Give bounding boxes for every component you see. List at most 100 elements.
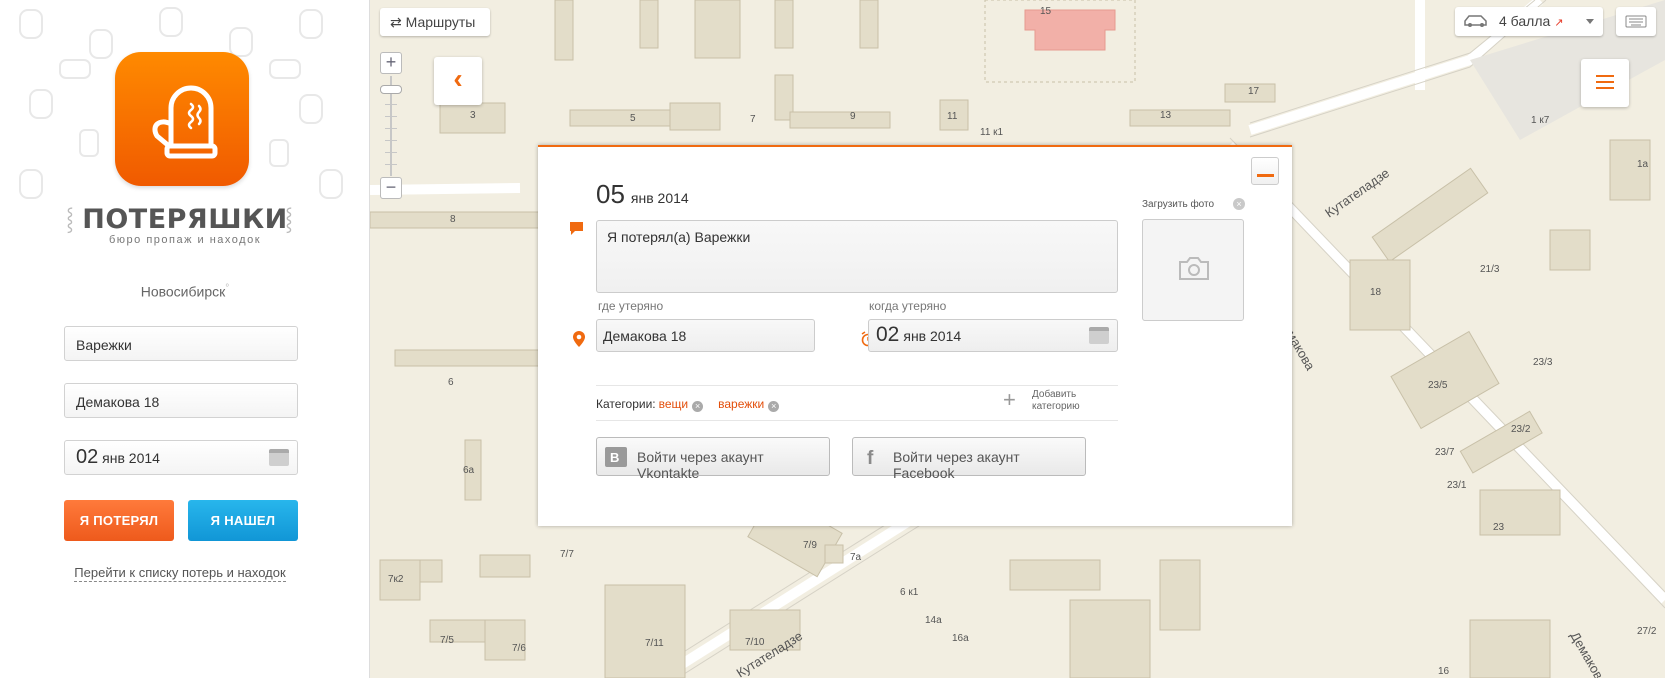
when-label: когда утеряно	[869, 299, 947, 313]
zoom-in-button[interactable]: +	[380, 52, 402, 74]
svg-text:B: B	[610, 450, 619, 465]
add-category-link[interactable]: Добавить категорию	[1032, 389, 1080, 413]
app-logo	[115, 52, 249, 186]
vk-login-label: Войти через акаунт Vkontakte	[637, 449, 764, 481]
city-selector[interactable]: Новосибирск°	[0, 283, 369, 300]
svg-text:5: 5	[630, 113, 636, 124]
add-category-line2: категорию	[1032, 401, 1080, 412]
city-name: Новосибирск	[140, 283, 226, 300]
mitten-icon	[152, 85, 218, 159]
when-month-year: янв 2014	[903, 328, 962, 344]
when-field[interactable]: 02 янв 2014	[868, 319, 1118, 352]
svg-text:16а: 16а	[952, 633, 969, 644]
message-textarea[interactable]: Я потерял(а) Варежки	[596, 220, 1118, 293]
svg-text:7а: 7а	[850, 552, 862, 563]
minimize-button[interactable]	[1251, 157, 1279, 185]
trend-up-icon: ↗	[1554, 17, 1564, 29]
camera-icon	[1179, 257, 1209, 280]
calendar-icon[interactable]	[1089, 327, 1109, 344]
svg-text:11: 11	[947, 111, 958, 122]
keyboard-icon	[1625, 15, 1647, 28]
plus-icon[interactable]: +	[1003, 387, 1016, 413]
i-found-button[interactable]: Я НАШЕЛ	[188, 500, 298, 541]
calendar-icon[interactable]	[269, 449, 289, 466]
sidebar: ⸾ ПОТЕРЯШКИ бюро пропаж и находок ⸾ Ново…	[0, 0, 370, 678]
svg-text:7/5: 7/5	[440, 635, 454, 646]
svg-text:7/9: 7/9	[803, 540, 817, 551]
popup-date: 05 янв 2014	[596, 179, 689, 210]
add-category-line1: Добавить	[1032, 389, 1077, 400]
brand-decoration-right: ⸾	[285, 206, 293, 231]
svg-text:23/2: 23/2	[1511, 424, 1531, 435]
zoom-control[interactable]: + −	[380, 52, 402, 200]
svg-text:21/3: 21/3	[1480, 264, 1500, 275]
svg-text:9: 9	[850, 111, 856, 122]
category-tag[interactable]: варежки	[718, 397, 764, 411]
svg-text:23/7: 23/7	[1435, 447, 1455, 458]
categories-row: Категории: вещи × варежки ×	[596, 397, 791, 412]
svg-text:23/1: 23/1	[1447, 480, 1467, 491]
list-link-wrapper: Перейти к списку потерь и находок	[0, 565, 360, 582]
chevron-left-icon: ‹	[453, 63, 463, 94]
traffic-control[interactable]: 4 балла ↗	[1455, 7, 1603, 36]
svg-text:7/10: 7/10	[745, 637, 765, 648]
lost-found-list-link[interactable]: Перейти к списку потерь и находок	[74, 565, 286, 582]
facebook-icon: f	[867, 448, 874, 467]
location-pin-icon	[573, 331, 585, 347]
zoom-out-button[interactable]: −	[380, 177, 402, 199]
route-icon: ⇄	[390, 14, 402, 30]
svg-text:7/7: 7/7	[560, 549, 574, 560]
city-marker-icon: °	[225, 283, 230, 294]
car-icon	[1464, 15, 1487, 27]
collapse-sidebar-button[interactable]: ‹	[434, 57, 482, 105]
menu-button[interactable]	[1581, 59, 1629, 107]
divider	[596, 385, 1118, 386]
popup-date-day: 05	[596, 179, 625, 209]
lost-item-popup: 05 янв 2014 Я потерял(а) Варежки где утер…	[538, 145, 1292, 526]
categories-label: Категории:	[596, 397, 656, 411]
routes-label: Маршруты	[405, 14, 476, 30]
upload-photo-label: Загрузить фото	[1142, 199, 1215, 210]
what-input[interactable]: Варежки	[64, 326, 298, 361]
svg-text:11 к1: 11 к1	[980, 127, 1004, 138]
chevron-down-icon[interactable]	[1586, 19, 1594, 24]
close-icon[interactable]: ×	[1233, 198, 1245, 210]
map-layers-button[interactable]	[1616, 7, 1656, 36]
brand-tagline: бюро пропаж и находок	[108, 234, 262, 246]
svg-text:6 к1: 6 к1	[900, 587, 919, 598]
photo-upload-area[interactable]	[1142, 219, 1244, 321]
svg-text:Кутателадзе: Кутателадзе	[1322, 165, 1392, 220]
svg-text:7/11: 7/11	[645, 638, 664, 649]
date-day: 02	[76, 446, 99, 468]
svg-text:1а: 1а	[1637, 159, 1649, 170]
svg-text:23/3: 23/3	[1533, 357, 1553, 368]
facebook-login-button[interactable]: f Войти через акаунт Facebook	[852, 437, 1086, 481]
svg-text:16: 16	[1438, 666, 1450, 677]
svg-text:27/2: 27/2	[1637, 626, 1657, 637]
brand-name: ПОТЕРЯШКИ	[82, 204, 288, 235]
where-input[interactable]: Демакова 18	[64, 383, 298, 418]
svg-text:7/6: 7/6	[512, 643, 526, 654]
svg-text:7: 7	[750, 114, 756, 125]
svg-text:1 к7: 1 к7	[1531, 115, 1550, 126]
svg-text:8: 8	[450, 214, 456, 225]
routes-button[interactable]: ⇄ Маршруты	[380, 8, 490, 36]
minus-icon	[1257, 174, 1274, 177]
date-input[interactable]: 02 янв 2014	[64, 440, 298, 475]
remove-category-icon[interactable]: ×	[768, 401, 780, 412]
svg-text:f: f	[867, 448, 874, 467]
svg-text:Демаков: Демаков	[1567, 629, 1606, 678]
remove-category-icon[interactable]: ×	[692, 401, 704, 412]
svg-text:6а: 6а	[463, 465, 475, 476]
date-month-year: янв 2014	[102, 450, 160, 466]
svg-text:15: 15	[1040, 6, 1052, 17]
vk-login-button[interactable]: B Войти через акаунт Vkontakte	[596, 437, 830, 481]
category-tag[interactable]: вещи	[659, 397, 689, 411]
i-lost-button[interactable]: Я ПОТЕРЯЛ	[64, 500, 174, 541]
svg-text:6: 6	[448, 377, 454, 388]
svg-text:3: 3	[470, 110, 476, 121]
zoom-slider-thumb[interactable]	[380, 85, 402, 94]
svg-text:7к2: 7к2	[388, 574, 404, 585]
svg-text:23: 23	[1493, 522, 1505, 533]
where-field[interactable]: Демакова 18	[596, 319, 815, 352]
